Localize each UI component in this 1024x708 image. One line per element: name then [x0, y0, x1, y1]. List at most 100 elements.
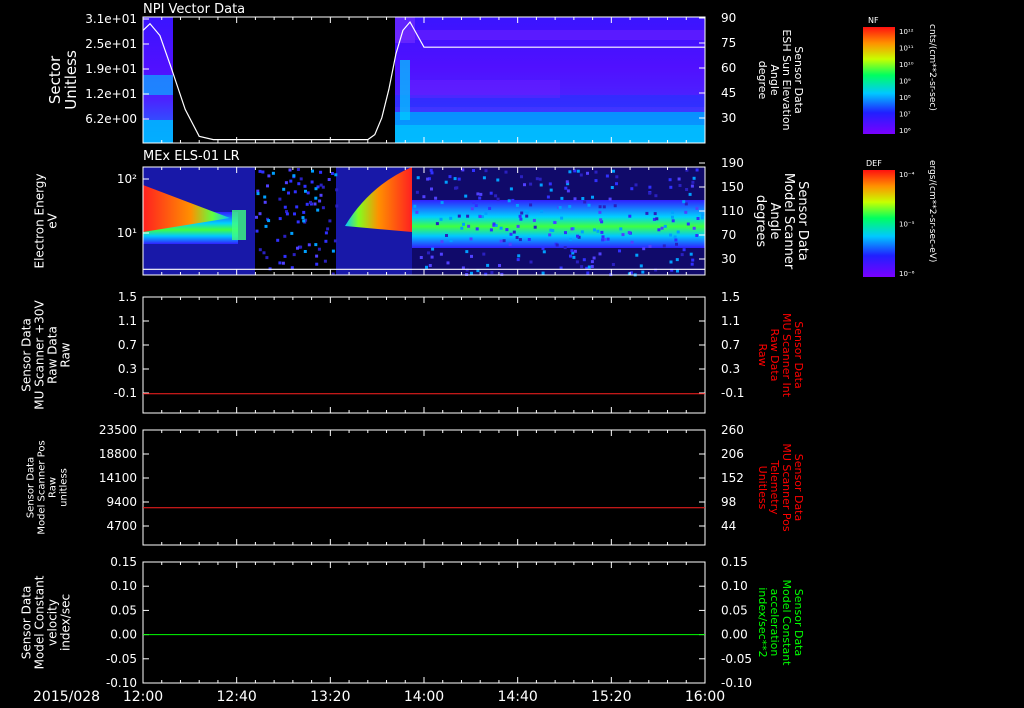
els-noise-pixel: [258, 212, 262, 216]
els-noise-pixel: [444, 180, 448, 184]
y-tick-label: -0.10: [106, 676, 137, 690]
els-noise-pixel: [453, 177, 457, 181]
time-tick-label: 13:20: [310, 689, 350, 705]
els-noise-pixel: [284, 181, 288, 185]
y-tick-label: 1.5: [118, 290, 137, 304]
els-noise-pixel: [296, 168, 300, 171]
y2-tick-label: -0.1: [721, 386, 744, 400]
els-noise-pixel: [594, 179, 598, 183]
els-noise-pixel: [532, 218, 536, 222]
els-noise-pixel: [435, 222, 439, 226]
els-noise-pixel: [321, 206, 325, 210]
els-noise-pixel: [520, 175, 523, 179]
els-noise-pixel: [323, 259, 327, 263]
els-noise-pixel: [592, 256, 596, 260]
els-noise-pixel: [465, 250, 469, 254]
els-noise-pixel: [635, 253, 639, 257]
els-noise-pixel: [587, 265, 591, 269]
els-noise-pixel: [590, 265, 594, 268]
els-noise-pixel: [674, 238, 678, 242]
els-noise-pixel: [601, 235, 605, 239]
els-noise-pixel: [598, 210, 602, 214]
els-noise-pixel: [691, 258, 695, 262]
els-noise-pixel: [553, 221, 557, 224]
y2-tick-label: 0.00: [721, 628, 748, 642]
y-tick-label: 10¹: [117, 226, 137, 240]
els-noise-pixel: [478, 215, 482, 218]
els-noise-pixel: [324, 231, 328, 235]
els-noise-pixel: [648, 244, 652, 248]
y2-tick-label: 260: [721, 423, 744, 437]
els-noise-pixel: [317, 247, 321, 251]
els-noise-pixel: [582, 258, 586, 262]
colorbar-def-label: DEF: [866, 159, 882, 168]
els-noise-pixel: [675, 242, 678, 246]
y-tick-label: 0.7: [118, 338, 137, 352]
els-noise-pixel: [606, 237, 610, 241]
els-noise-pixel: [546, 195, 550, 199]
els-noise-pixel: [303, 184, 307, 188]
els-noise-pixel: [673, 235, 677, 239]
els-noise-pixel: [602, 205, 606, 209]
els-noise-pixel: [413, 204, 417, 208]
els-noise-pixel: [271, 171, 275, 175]
els-noise-pixel: [430, 171, 434, 175]
els-noise-pixel: [598, 205, 602, 209]
els-noise-pixel: [431, 247, 435, 251]
els-noise-pixel: [569, 238, 572, 241]
multi-panel-chart: 3.1e+01 2.5e+01 1.9e+01 1.2e+01 6.2e+00 90 75 6…: [20, 2, 938, 705]
els-noise-pixel: [678, 184, 682, 187]
els-noise-pixel: [682, 248, 686, 252]
y2-tick-label: 0.05: [721, 603, 748, 617]
els-noise-pixel: [580, 265, 584, 269]
els-noise-pixel: [518, 238, 522, 242]
els-noise-pixel: [669, 233, 673, 237]
els-noise-pixel: [292, 174, 296, 178]
els-noise-pixel: [668, 178, 672, 182]
els-noise-pixel: [660, 226, 664, 230]
els-noise-pixel: [462, 222, 465, 226]
y2-tick-label: 190: [721, 156, 744, 170]
els-noise-pixel: [288, 168, 292, 172]
els-noise-pixel: [598, 252, 602, 256]
y2-tick-label: -0.10: [721, 676, 752, 690]
y-tick-label: -0.1: [114, 386, 137, 400]
colorbar-def: DEF ergs/(cm**2-sr-sec-eV) 10⁻⁴ 10⁻⁵ 10⁻⁶: [863, 159, 937, 278]
els-noise-pixel: [476, 192, 480, 196]
els-noise-pixel: [641, 270, 645, 274]
els-noise-pixel: [517, 254, 521, 258]
colorbar-nf-unit: cnts/(cm**2-sr-sec): [927, 24, 937, 111]
els-noise-pixel: [430, 187, 433, 191]
els-noise-pixel: [572, 255, 576, 259]
els-noise-pixel: [583, 200, 587, 204]
els-noise-pixel: [529, 260, 533, 264]
els-noise-pixel: [539, 183, 543, 187]
y-tick-label: 23500: [99, 423, 137, 437]
y2-tick-label: 150: [721, 180, 744, 194]
els-noise-pixel: [301, 216, 305, 220]
els-noise-pixel: [613, 204, 617, 208]
els-noise-pixel: [446, 261, 450, 265]
els-noise-pixel: [426, 177, 430, 181]
y2-axis-label: degree: [756, 61, 769, 100]
colorbar-tick-label: 10¹¹: [899, 45, 914, 53]
els-noise-pixel: [427, 251, 430, 255]
els-noise-pixel: [586, 171, 589, 175]
els-noise-pixel: [675, 258, 679, 262]
els-noise-pixel: [580, 230, 584, 234]
els-noise-pixel: [576, 169, 580, 173]
els-noise-pixel: [479, 192, 483, 196]
y-axis-label: Model Scanner Pos: [37, 440, 48, 534]
els-noise-pixel: [287, 191, 290, 195]
els-noise-pixel: [470, 207, 474, 211]
y-tick-label: 6.2e+00: [85, 112, 137, 126]
y2-tick-label: 44: [721, 519, 736, 533]
y2-tick-label: 0.15: [721, 555, 748, 569]
els-noise-pixel: [283, 234, 287, 238]
els-noise-pixel: [319, 193, 323, 197]
colorbar-tick-label: 10⁻⁴: [899, 171, 915, 179]
els-noise-pixel: [419, 256, 423, 259]
els-noise-pixel: [516, 258, 520, 262]
els-noise-pixel: [296, 246, 299, 250]
els-noise-pixel: [653, 212, 657, 216]
